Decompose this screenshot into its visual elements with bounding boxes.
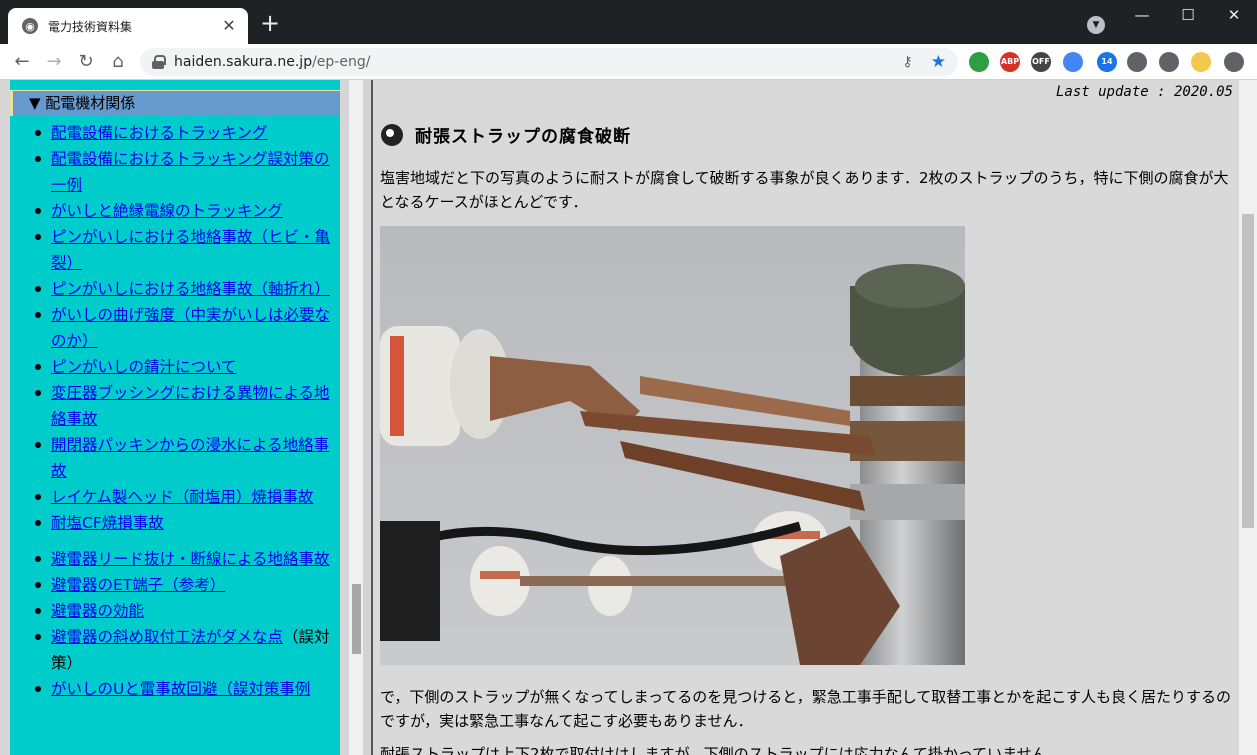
sidebar-frame: ▼ 配電機材関係 配電設備におけるトラッキング配電設備におけるトラッキング誤対策… (0, 80, 349, 755)
off-badge-icon[interactable]: OFF (1031, 52, 1051, 72)
sidebar-link[interactable]: ピンがいしにおける地絡事故（ヒビ・亀裂） (51, 228, 330, 272)
sidebar-panel: ▼ 配電機材関係 配電設備におけるトラッキング配電設備におけるトラッキング誤対策… (10, 80, 340, 755)
article-heading: 耐張ストラップの腐食破断 (381, 122, 631, 147)
new-tab-button[interactable]: + (258, 11, 282, 36)
sidebar-link[interactable]: レイケム製ヘッド（耐塩用）焼損事故 (51, 488, 313, 506)
sidebar-item: 耐塩CF焼損事故 (10, 510, 340, 536)
feed-icon[interactable]: 14 (1097, 52, 1117, 72)
minimize-button[interactable]: — (1119, 0, 1165, 30)
paragraph-1: 塩害地域だと下の写真のように耐ストが腐食して破断する事象が良くあります．2枚のス… (380, 169, 1229, 211)
tab-search-icon[interactable]: ▼ (1087, 16, 1105, 34)
sidebar-item: ピンがいしの錆汁について (10, 354, 340, 380)
sidebar-item: ピンがいしにおける地絡事故（軸折れ） (10, 276, 340, 302)
back-arrow-icon[interactable]: ← (10, 50, 34, 74)
tab-title: 電力技術資料集 (48, 19, 133, 34)
sidebar-item: 避雷器のET端子（参考） (10, 572, 340, 598)
sidebar-item: 配電設備におけるトラッキング誤対策の一例 (10, 146, 340, 198)
page-viewport: ▼ 配電機材関係 配電設備におけるトラッキング配電設備におけるトラッキング誤対策… (0, 80, 1257, 755)
sidebar-link[interactable]: 避雷器の斜め取付工法がダメな点 (51, 628, 283, 646)
sidebar-link[interactable]: 避雷器のET端子（参考） (51, 576, 225, 594)
sidebar-item: 開閉器パッキンからの浸水による地絡事故 (10, 432, 340, 484)
lock-icon (152, 55, 166, 69)
head-silhouette-icon (381, 123, 403, 146)
main-scrollbar-thumb[interactable] (1242, 214, 1254, 528)
sidebar-link[interactable]: 耐塩CF焼損事故 (51, 514, 164, 532)
sidebar-link[interactable]: ピンがいしの錆汁について (51, 358, 237, 376)
sidebar-link[interactable]: 変圧器ブッシングにおける異物による地絡事故 (51, 384, 330, 428)
sidebar-link[interactable]: ピンがいしにおける地絡事故（軸折れ） (51, 280, 330, 298)
sidebar-item: 配電設備におけるトラッキング (10, 120, 340, 146)
sidebar-link[interactable]: がいしと絶縁電線のトラッキング (51, 202, 283, 220)
sidebar-item: がいしと絶縁電線のトラッキング (10, 198, 340, 224)
forward-arrow-icon[interactable]: → (42, 50, 66, 74)
sidebar-link[interactable]: 開閉器パッキンからの浸水による地絡事故 (51, 436, 329, 480)
sidebar-section-title[interactable]: ▼ 配電機材関係 (10, 90, 340, 116)
sidebar-item: がいしのUと雷事故回避（誤対策事例 (10, 676, 340, 702)
sidebar-link[interactable]: 配電設備におけるトラッキング誤対策の一例 (51, 150, 330, 194)
puzzle-icon[interactable] (1127, 52, 1147, 72)
sidebar-link[interactable]: 避雷器の効能 (51, 602, 144, 620)
reading-list-icon[interactable] (1159, 52, 1179, 72)
paragraph-2: で，下側のストラップが無くなってしまってるのを見つけると，緊急工事手配して取替工… (380, 688, 1231, 730)
sidebar-item: ピンがいしにおける地絡事故（ヒビ・亀裂） (10, 224, 340, 276)
sidebar-item: 避雷器の斜め取付工法がダメな点（誤対策） (10, 624, 340, 676)
reload-icon[interactable]: ↻ (74, 50, 98, 74)
key-icon[interactable]: ⚷ (902, 54, 912, 70)
browser-toolbar: ← → ↻ ⌂ haiden.sakura.ne.jp /ep-eng/ ⚷ ★… (0, 44, 1257, 80)
menu-icon[interactable] (1224, 52, 1244, 72)
tab-close-icon[interactable]: ✕ (220, 17, 238, 35)
sidebar-nav-list: 配電設備におけるトラッキング配電設備におけるトラッキング誤対策の一例がいしと絶縁… (10, 120, 340, 702)
browser-tab[interactable]: ◉ 電力技術資料集 ✕ (8, 8, 248, 44)
main-content: Last update : 2020.05 耐張ストラップの腐食破断 塩害地域だ… (373, 80, 1239, 755)
sidebar-item: 避雷器の効能 (10, 598, 340, 624)
sidebar-scrollbar-thumb[interactable] (352, 584, 361, 654)
sidebar-item: 変圧器ブッシングにおける異物による地絡事故 (10, 380, 340, 432)
sidebar-link[interactable]: 配電設備におけるトラッキング (51, 124, 268, 142)
sidebar-spacer (10, 536, 340, 546)
address-bar[interactable]: haiden.sakura.ne.jp /ep-eng/ ⚷ ★ (140, 48, 958, 76)
last-update: Last update : 2020.05 (1055, 84, 1233, 100)
home-icon[interactable]: ⌂ (106, 50, 130, 74)
url-path: /ep-eng/ (312, 54, 371, 70)
tab-strip: ◉ 電力技術資料集 ✕ + ▼ — ☐ ✕ (0, 0, 1257, 44)
profile-avatar-icon[interactable] (1191, 52, 1211, 72)
page-title: 耐張ストラップの腐食破断 (415, 127, 631, 147)
sidebar-item: がいしの曲げ強度（中実がいしは必要なのか） (10, 302, 340, 354)
close-window-button[interactable]: ✕ (1211, 0, 1257, 30)
sidebar-link[interactable]: がいしの曲げ強度（中実がいしは必要なのか） (51, 306, 330, 350)
adblock-icon[interactable]: ABP (1000, 52, 1020, 72)
sidebar-link[interactable]: 避雷器リード抜け・断線による地絡事故 (51, 550, 330, 568)
sidebar-item: レイケム製ヘッド（耐塩用）焼損事故 (10, 484, 340, 510)
star-icon[interactable]: ★ (931, 52, 946, 72)
strap-corrosion-photo (380, 226, 965, 665)
paragraph-3: 耐張ストラップは上下2枚で取付けはしますが，下側のストラップには応力なんて掛かっ… (380, 745, 1062, 755)
url-host: haiden.sakura.ne.jp (174, 54, 313, 70)
sidebar-item: 避雷器リード抜け・断線による地絡事故 (10, 546, 340, 572)
translate-icon[interactable] (1063, 52, 1083, 72)
globe-icon: ◉ (22, 18, 38, 34)
ext-green-icon[interactable] (969, 52, 989, 72)
maximize-button[interactable]: ☐ (1165, 0, 1211, 30)
sidebar-link[interactable]: がいしのUと雷事故回避（誤対策事例 (51, 680, 310, 698)
